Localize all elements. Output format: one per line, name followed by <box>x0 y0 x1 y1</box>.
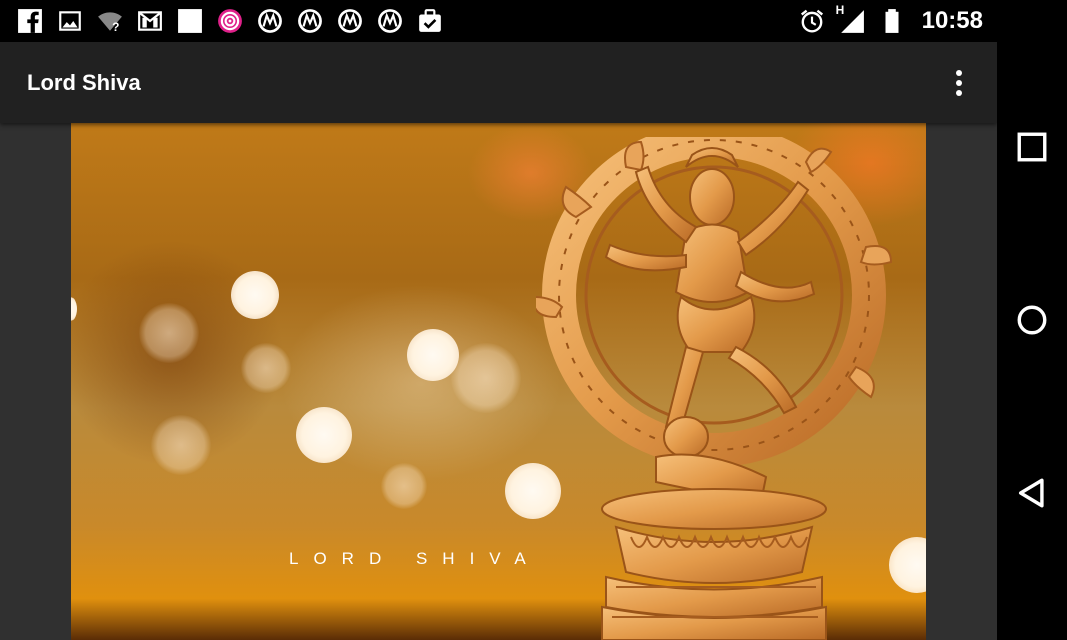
nataraja-statue <box>536 137 893 640</box>
network-type-label: H <box>835 3 845 17</box>
gmail-icon <box>136 7 164 35</box>
back-icon <box>1018 478 1044 508</box>
m-app-icon <box>296 7 324 35</box>
facebook-icon <box>16 7 44 35</box>
bokeh-light <box>151 415 211 475</box>
screen: ? H 10:58 Lord Shiva LORD SHIVA <box>0 0 1067 640</box>
signal-icon: H <box>836 3 866 35</box>
bokeh-light <box>231 271 279 319</box>
svg-text:?: ? <box>112 20 119 34</box>
bokeh-light <box>241 343 291 393</box>
image-icon <box>56 7 84 35</box>
wallpaper-caption: LORD SHIVA <box>289 549 541 568</box>
alarm-icon <box>798 7 826 35</box>
wifi-unknown-icon: ? <box>96 7 124 35</box>
target-app-icon <box>216 7 244 35</box>
more-vert-icon <box>956 69 962 96</box>
m-app-icon <box>376 7 404 35</box>
bokeh-light <box>296 407 352 463</box>
wallpaper-image[interactable]: LORD SHIVA <box>71 123 926 640</box>
home-icon <box>1017 305 1047 335</box>
recents-icon <box>1017 132 1047 162</box>
blank-square-icon <box>176 7 204 35</box>
clock: 10:58 <box>921 7 983 34</box>
battery-icon <box>878 7 906 35</box>
more-options-button[interactable] <box>945 61 973 105</box>
app-title: Lord Shiva <box>27 69 141 95</box>
app-bar: Lord Shiva <box>0 42 997 123</box>
system-status: H 10:58 <box>798 3 983 35</box>
recents-button[interactable] <box>1010 125 1054 169</box>
bokeh-light <box>381 463 427 509</box>
bokeh-light <box>71 295 77 323</box>
clipboard-check-icon <box>416 7 444 35</box>
navigation-bar <box>997 0 1067 640</box>
status-bar: ? H 10:58 <box>0 0 997 42</box>
bokeh-light <box>451 343 521 413</box>
content-area: LORD SHIVA <box>0 123 997 640</box>
m-app-icon <box>256 7 284 35</box>
notification-icons: ? <box>16 7 444 35</box>
back-button[interactable] <box>1010 471 1054 515</box>
bokeh-light <box>139 303 199 363</box>
home-button[interactable] <box>1010 298 1054 342</box>
m-app-icon <box>336 7 364 35</box>
